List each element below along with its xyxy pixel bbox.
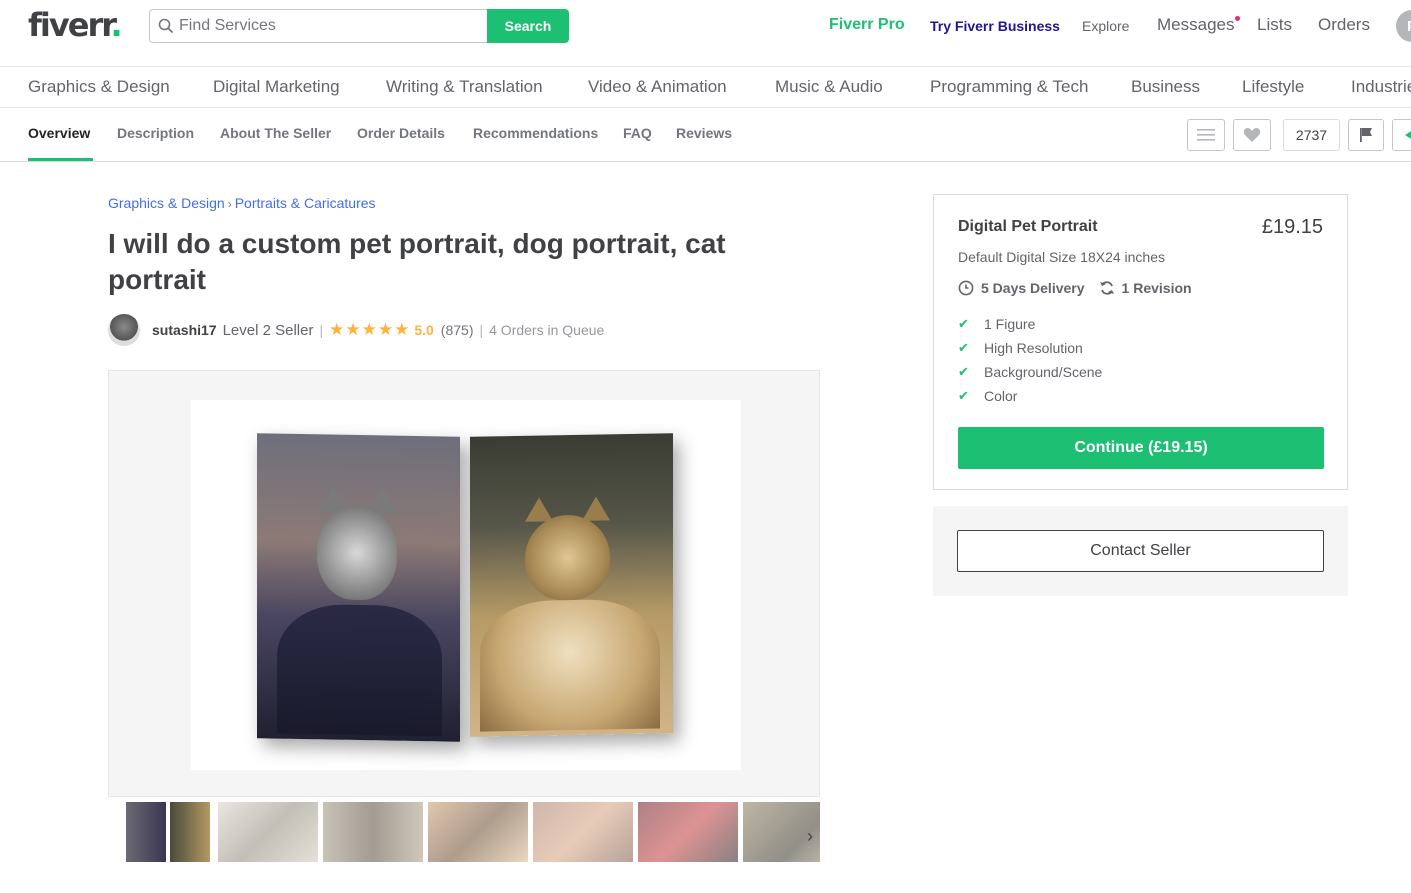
package-description: Default Digital Size 18X24 inches — [958, 249, 1166, 265]
cat-portrait-queen-image — [470, 433, 673, 737]
share-icon — [1405, 131, 1411, 139]
check-icon: ✔ — [958, 364, 969, 379]
user-avatar[interactable]: P — [1396, 10, 1411, 42]
thumbnail-6[interactable] — [638, 802, 738, 862]
tab-about-seller[interactable]: About The Seller — [220, 125, 331, 141]
thumbnail-4[interactable] — [428, 802, 528, 862]
lists-link[interactable]: Lists — [1257, 15, 1292, 35]
seller-overview: sutashi17 Level 2 Seller | ★★★★★ 5.0 (87… — [108, 314, 604, 346]
fiverr-business-link[interactable]: Try Fiverr Business — [930, 18, 1060, 34]
contact-seller-button[interactable]: Contact Seller — [957, 530, 1324, 572]
breadcrumb: Graphics & Design › Portraits & Caricature… — [108, 195, 376, 211]
clock-icon — [958, 280, 974, 296]
category-business[interactable]: Business — [1131, 77, 1200, 97]
orders-link[interactable]: Orders — [1318, 15, 1370, 35]
package-meta: 5 Days Delivery 1 Revision — [958, 280, 1192, 296]
search-icon — [158, 18, 174, 34]
category-industries[interactable]: Industries — [1351, 77, 1411, 97]
active-tab-indicator — [28, 158, 93, 161]
messages-link[interactable]: Messages — [1157, 15, 1234, 35]
package-features: ✔ 1 Figure ✔ High Resolution ✔ Background/S… — [958, 312, 1102, 408]
category-graphics-design[interactable]: Graphics & Design — [28, 77, 170, 97]
feature-label: High Resolution — [984, 340, 1083, 356]
tab-recommendations[interactable]: Recommendations — [473, 125, 598, 141]
refresh-icon — [1099, 281, 1114, 295]
list-item: ✔ Color — [958, 384, 1102, 408]
search-bar: Search — [149, 9, 569, 43]
fiverr-pro-link[interactable]: Fiverr Pro — [829, 16, 905, 34]
heart-icon — [1243, 128, 1261, 142]
feature-label: 1 Figure — [984, 316, 1036, 332]
check-icon: ✔ — [958, 340, 969, 355]
list-icon — [1197, 129, 1215, 141]
feature-label: Color — [984, 388, 1018, 404]
favorites-count: 2737 — [1283, 119, 1340, 151]
thumbnails-next-arrow[interactable]: › — [800, 820, 820, 852]
reviews-count[interactable]: (875) — [441, 322, 474, 338]
thumbnail-3[interactable] — [323, 802, 423, 862]
share-button[interactable] — [1392, 119, 1411, 151]
thumbnail-1[interactable] — [118, 802, 218, 862]
tab-description[interactable]: Description — [117, 125, 194, 141]
breadcrumb-graphics-design[interactable]: Graphics & Design — [108, 195, 225, 211]
seller-level: Level 2 Seller — [222, 321, 314, 339]
tab-reviews[interactable]: Reviews — [676, 125, 732, 141]
contact-seller-panel: Contact Seller — [933, 506, 1348, 596]
category-video-animation[interactable]: Video & Animation — [588, 77, 727, 97]
gallery-thumbnails — [108, 800, 820, 862]
tab-faq[interactable]: FAQ — [623, 125, 652, 141]
top-header: fiverr. Search Fiverr Pro Try Fiverr Bus… — [0, 0, 1411, 67]
cat-portrait-admiral-image — [257, 433, 460, 742]
favorite-button[interactable] — [1233, 119, 1271, 151]
continue-button[interactable]: Continue (£19.15) — [958, 427, 1324, 469]
seller-name[interactable]: sutashi17 — [152, 322, 217, 338]
feature-label: Background/Scene — [984, 364, 1103, 380]
gig-gallery[interactable] — [108, 370, 820, 797]
report-button[interactable] — [1348, 119, 1384, 151]
thumbnail-2[interactable] — [218, 802, 318, 862]
tab-overview[interactable]: Overview — [28, 125, 90, 141]
gig-title: I will do a custom pet portrait, dog por… — [108, 228, 726, 295]
search-input[interactable] — [179, 17, 479, 35]
delivery-time: 5 Days Delivery — [981, 280, 1085, 296]
package-card: Digital Pet Portrait £19.15 Default Digi… — [933, 194, 1348, 490]
revisions-count: 1 Revision — [1121, 280, 1192, 296]
collections-button[interactable] — [1187, 119, 1225, 151]
tab-order-details[interactable]: Order Details — [357, 125, 445, 141]
package-price: £19.15 — [1261, 216, 1323, 238]
divider: | — [479, 322, 484, 338]
search-field-wrapper[interactable] — [149, 9, 487, 43]
breadcrumb-separator: › — [227, 197, 232, 211]
category-music-audio[interactable]: Music & Audio — [775, 77, 883, 97]
category-programming-tech[interactable]: Programming & Tech — [930, 77, 1088, 97]
category-bar: Graphics & Design Digital Marketing Writ… — [0, 67, 1411, 108]
breadcrumb-portraits-caricatures[interactable]: Portraits & Caricatures — [235, 195, 376, 211]
list-item: ✔ 1 Figure — [958, 312, 1102, 336]
thumbnail-5[interactable] — [533, 802, 633, 862]
fiverr-logo[interactable]: fiverr. — [28, 6, 123, 44]
category-lifestyle[interactable]: Lifestyle — [1242, 77, 1304, 97]
search-button[interactable]: Search — [487, 9, 569, 43]
unread-indicator — [1235, 16, 1240, 21]
gig-section-nav: Overview Description About The Seller Or… — [0, 108, 1411, 162]
list-item: ✔ Background/Scene — [958, 360, 1102, 384]
seller-avatar[interactable] — [108, 314, 140, 346]
rating-score: 5.0 — [414, 322, 434, 338]
gallery-main-image — [191, 400, 741, 770]
category-writing-translation[interactable]: Writing & Translation — [386, 77, 543, 97]
package-name: Digital Pet Portrait — [958, 218, 1098, 235]
list-item: ✔ High Resolution — [958, 336, 1102, 360]
explore-link[interactable]: Explore — [1082, 18, 1129, 34]
category-digital-marketing[interactable]: Digital Marketing — [213, 77, 340, 97]
divider: | — [319, 322, 324, 338]
flag-icon — [1360, 128, 1372, 142]
star-rating-icons: ★★★★★ — [329, 320, 411, 339]
check-icon: ✔ — [958, 388, 969, 403]
orders-in-queue: 4 Orders in Queue — [489, 322, 605, 338]
check-icon: ✔ — [958, 316, 969, 331]
